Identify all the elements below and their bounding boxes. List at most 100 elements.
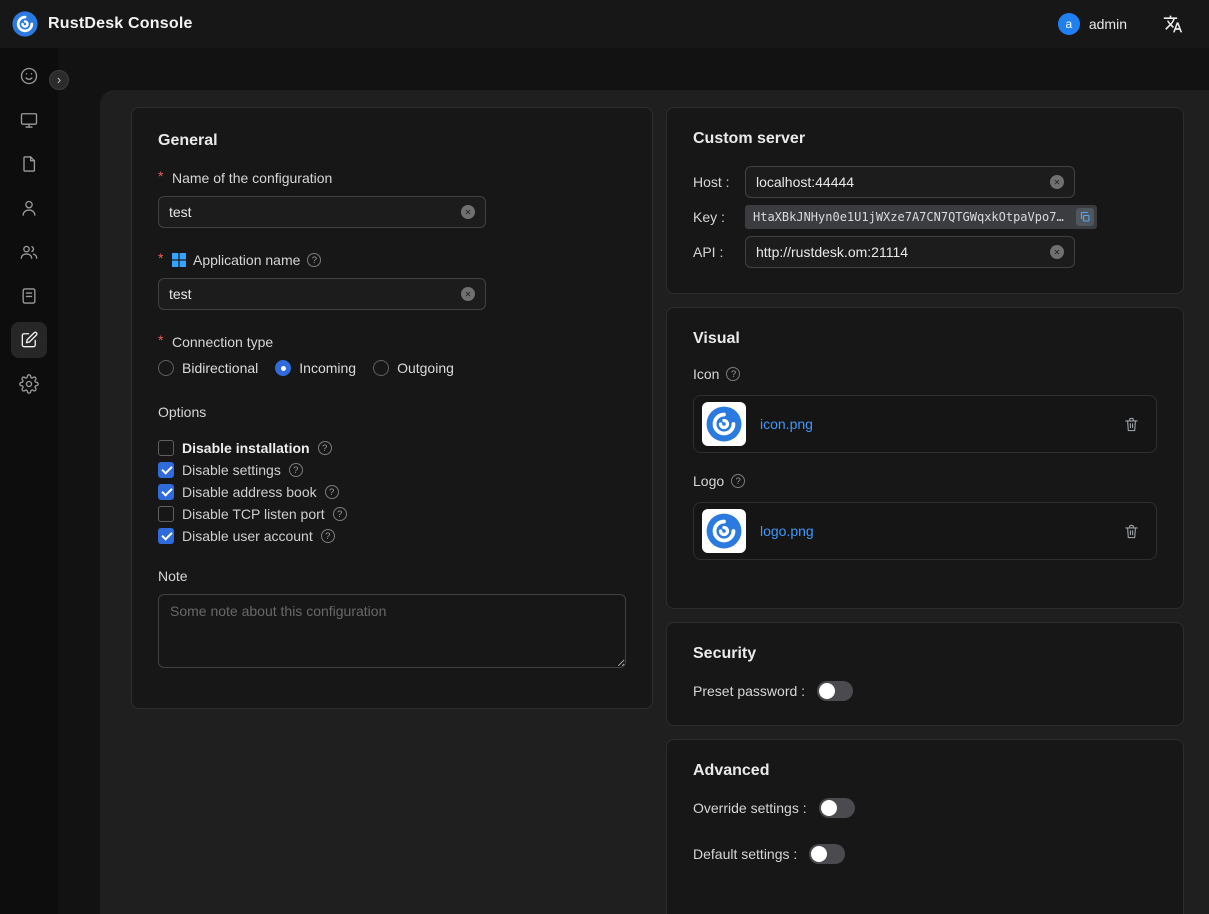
delete-icon[interactable] [1123,523,1140,540]
main-area: General Name of the configuration [58,48,1209,914]
connection-type-field: Connection type Bidirectional [158,334,626,376]
content-panel: General Name of the configuration [100,90,1209,914]
preset-password-toggle[interactable] [817,681,853,701]
sidebar-item-configurations[interactable] [11,322,47,358]
host-input-wrap [745,166,1075,198]
host-input[interactable] [756,174,1042,190]
security-title: Security [693,645,1157,663]
application-name-input[interactable] [169,286,453,302]
options-checkbox-list: Disable installation Disable settings [158,440,626,544]
override-settings-toggle[interactable] [819,798,855,818]
header: RustDesk Console a admin [0,0,1209,48]
gear-icon [19,374,39,394]
checkbox-label: Disable settings [182,462,281,478]
document-icon [19,154,39,174]
help-icon[interactable] [289,463,303,477]
radio-label: Outgoing [397,360,454,376]
checkbox-row[interactable]: Disable installation [158,440,626,456]
checkbox[interactable] [158,462,174,478]
help-icon[interactable] [307,253,321,267]
config-name-label-text: Name of the configuration [172,170,332,186]
checkbox[interactable] [158,484,174,500]
checkbox-row[interactable]: Disable settings [158,462,626,478]
api-input[interactable] [756,244,1042,260]
connection-type-radios: Bidirectional Incoming Outgo [158,360,626,376]
config-name-input[interactable] [169,204,453,220]
logo-label-row: Logo [693,473,1157,489]
clear-icon[interactable] [461,287,475,301]
preset-password-row: Preset password : [693,681,1157,701]
clear-icon[interactable] [461,205,475,219]
checkbox[interactable] [158,506,174,522]
help-icon[interactable] [325,485,339,499]
override-settings-row: Override settings : [693,798,1157,818]
monitor-icon [19,110,39,130]
user-name[interactable]: admin [1089,16,1127,32]
clear-icon[interactable] [1050,245,1064,259]
rustdesk-console-app: RustDesk Console a admin [0,0,1209,914]
help-icon[interactable] [726,367,740,381]
radio-control[interactable] [373,360,389,376]
advanced-card-spacer [693,890,1157,914]
checkbox-row[interactable]: Disable user account [158,528,626,544]
sidebar-item-users[interactable] [11,190,47,226]
sidebar-item-welcome[interactable] [11,58,47,94]
sidebar-item-groups[interactable] [11,234,47,270]
advanced-card: Advanced Override settings : Default set… [666,739,1184,914]
default-settings-row: Default settings : [693,844,1157,864]
visual-title: Visual [693,330,1157,348]
preset-password-label: Preset password : [693,683,805,699]
radio-control[interactable] [275,360,291,376]
connection-type-label-text: Connection type [172,334,273,350]
avatar[interactable]: a [1058,13,1080,35]
custom-server-card: Custom server Host : Key : HtaXBkJNH [666,107,1184,294]
application-name-label-text: Application name [193,252,300,268]
checkbox-label: Disable installation [182,440,310,456]
copy-icon[interactable] [1076,208,1094,226]
help-icon[interactable] [318,441,332,455]
icon-file-link[interactable]: icon.png [760,416,813,432]
checkbox-row[interactable]: Disable address book [158,484,626,500]
default-settings-toggle[interactable] [809,844,845,864]
application-name-field: Application name [158,252,626,310]
users-icon [19,242,39,262]
radio-option[interactable]: Bidirectional [158,360,258,376]
rustdesk-logo-icon [12,11,38,37]
sidebar-item-documents[interactable] [11,146,47,182]
delete-icon[interactable] [1123,416,1140,433]
icon-label-row: Icon [693,366,1157,382]
help-icon[interactable] [731,474,745,488]
checkbox-label: Disable user account [182,528,313,544]
checkbox-label: Disable address book [182,484,317,500]
help-icon[interactable] [321,529,335,543]
radio-label: Incoming [299,360,356,376]
sidebar-item-devices[interactable] [11,102,47,138]
config-name-input-wrap [158,196,486,228]
security-card: Security Preset password : [666,622,1184,726]
general-title: General [158,132,626,150]
radio-option[interactable]: Outgoing [373,360,454,376]
checkbox[interactable] [158,440,174,456]
clear-icon[interactable] [1050,175,1064,189]
sidebar-item-settings[interactable] [11,366,47,402]
translate-icon[interactable] [1163,14,1183,34]
logo-file-box: logo.png [693,502,1157,560]
key-value: HtaXBkJNHyn0e1U1jWXze7A7CN7QTGWqxkOtpaVp… [753,210,1070,224]
sidebar-item-logs[interactable] [11,278,47,314]
app-title: RustDesk Console [48,15,193,33]
checkbox[interactable] [158,528,174,544]
advanced-title: Advanced [693,762,1157,780]
logo-file-link[interactable]: logo.png [760,523,814,539]
config-name-field: Name of the configuration [158,170,626,228]
sidebar-expand-button[interactable] [49,70,69,90]
host-label: Host : [693,174,745,190]
windows-logo-icon [172,253,186,267]
icon-file-box: icon.png [693,395,1157,453]
radio-option[interactable]: Incoming [275,360,356,376]
required-asterisk [158,168,165,184]
key-value-chip[interactable]: HtaXBkJNHyn0e1U1jWXze7A7CN7QTGWqxkOtpaVp… [745,205,1097,229]
radio-control[interactable] [158,360,174,376]
checkbox-row[interactable]: Disable TCP listen port [158,506,626,522]
help-icon[interactable] [333,507,347,521]
note-textarea[interactable] [158,594,626,668]
